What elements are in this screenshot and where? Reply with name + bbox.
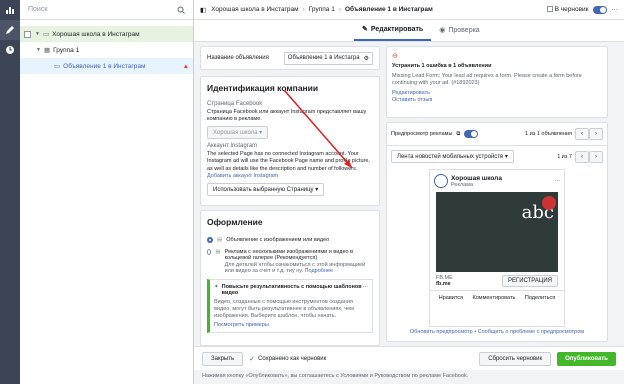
annotation-arrow xyxy=(283,89,353,169)
